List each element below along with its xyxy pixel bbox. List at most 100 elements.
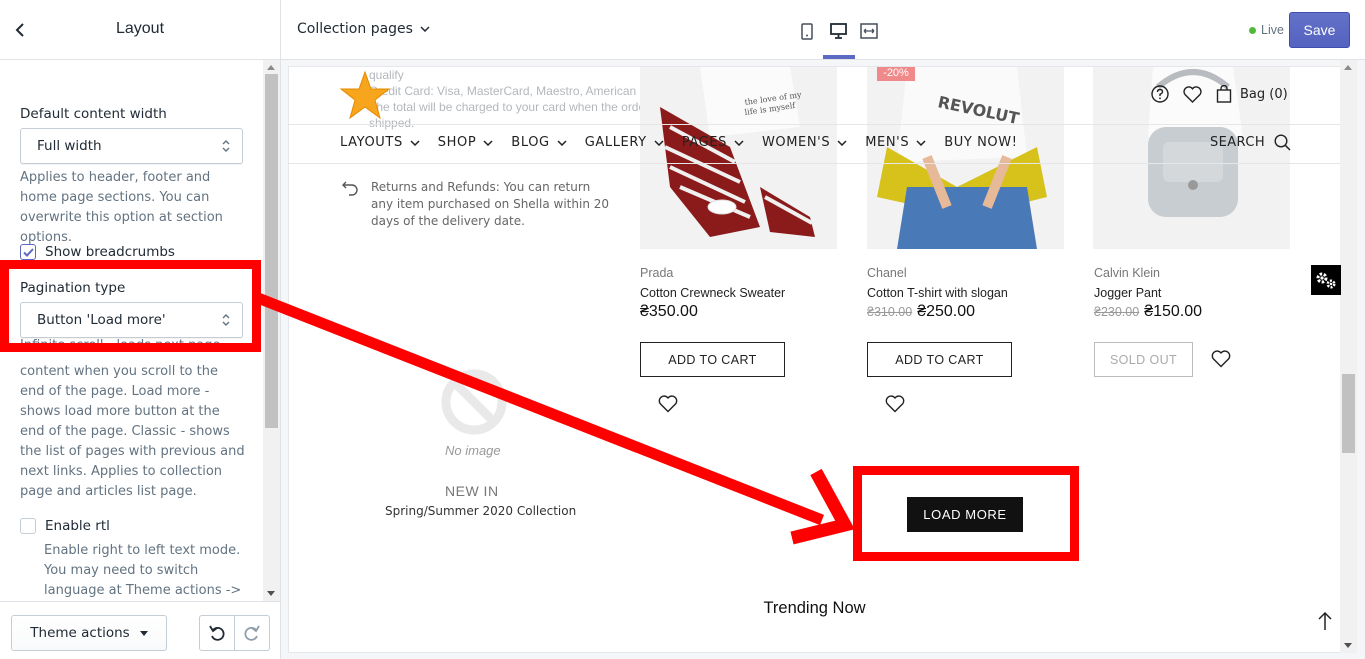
sidebar-footer: Theme actions	[0, 601, 280, 659]
annotation-box-pagination	[0, 260, 261, 352]
return-arrow-icon	[342, 181, 358, 196]
sidebar-header: Layout	[0, 0, 280, 60]
fullscreen-view-button[interactable]	[854, 18, 884, 44]
breadcrumbs-label: Show breadcrumbs	[45, 244, 175, 260]
arrow-up-icon[interactable]	[1315, 610, 1335, 632]
product-old-price: ₴310.00	[867, 305, 913, 319]
header-icons: Bag (0)	[1151, 85, 1288, 103]
product-brand[interactable]: Prada	[640, 266, 673, 280]
product-photo-tshirt: REVOLUT	[867, 67, 1064, 249]
fullscreen-icon	[860, 23, 878, 39]
store-logo-star-icon[interactable]	[339, 70, 391, 120]
nav-item[interactable]: WOMEN'S	[762, 135, 847, 150]
live-status: Live	[1249, 23, 1284, 37]
nav-item[interactable]: BLOG	[511, 135, 567, 150]
theme-actions-button[interactable]: Theme actions	[11, 615, 167, 651]
nav-item-label: BUY NOW!	[944, 135, 1018, 150]
preview-scrollbar[interactable]	[1340, 60, 1357, 653]
nav-item[interactable]: GALLERY	[585, 135, 664, 150]
scroll-down-arrow[interactable]	[1344, 643, 1352, 648]
search-icon	[1274, 134, 1291, 151]
nav-item[interactable]: PAGES	[682, 135, 744, 150]
nav-item[interactable]: LAYOUTS	[340, 135, 420, 150]
search-label: SEARCH	[1210, 135, 1265, 150]
sold-out-button: SOLD OUT	[1094, 342, 1193, 377]
product-price: ₴350.00	[640, 303, 698, 320]
save-button[interactable]: Save	[1289, 12, 1350, 48]
heart-icon[interactable]	[1211, 349, 1231, 369]
gears-icon	[1316, 272, 1336, 289]
trending-now-title: Trending Now	[763, 599, 866, 617]
annotation-box-load-more	[853, 466, 1079, 561]
product-brand[interactable]: Chanel	[867, 266, 907, 280]
active-device-indicator	[823, 55, 855, 59]
sidebar-scrollbar[interactable]	[263, 60, 280, 601]
rtl-help: Enable right to left text mode. You may …	[44, 543, 242, 598]
bag-label: Bag (0)	[1240, 86, 1288, 102]
chevron-down-icon	[557, 139, 567, 146]
content-width-select[interactable]: Full width	[20, 128, 243, 164]
wishlist-heart-icon[interactable]	[1183, 85, 1202, 103]
scroll-up-arrow[interactable]	[267, 65, 275, 70]
nav-item-label: BLOG	[511, 135, 550, 150]
desktop-view-button[interactable]	[823, 18, 853, 44]
bag-link[interactable]: Bag (0)	[1216, 85, 1288, 103]
add-to-cart-button[interactable]: ADD TO CART	[867, 342, 1012, 377]
preview-scroll-thumb[interactable]	[1342, 374, 1355, 453]
chevron-down-icon	[420, 26, 430, 32]
content-width-label: Default content width	[20, 106, 167, 122]
product-photo-sweater: the love of my life is myself	[640, 67, 837, 249]
select-caret-icon	[222, 140, 230, 152]
product-price: ₴250.00	[917, 303, 976, 320]
chevron-down-icon	[734, 139, 744, 146]
breadcrumbs-checkbox-row[interactable]: Show breadcrumbs	[20, 244, 175, 260]
undo-button[interactable]	[200, 616, 235, 650]
product-title[interactable]: Cotton Crewneck Sweater	[640, 286, 785, 300]
product-title[interactable]: Cotton T-shirt with slogan	[867, 286, 1008, 300]
sidebar-scroll-thumb[interactable]	[265, 74, 278, 428]
chevron-down-icon	[916, 139, 926, 146]
checkmark-icon	[22, 247, 34, 257]
nav-divider-top	[289, 124, 1340, 125]
desktop-icon	[829, 23, 847, 39]
product-brand[interactable]: Calvin Klein	[1094, 266, 1160, 280]
caret-down-icon	[139, 630, 148, 636]
heart-icon[interactable]	[658, 394, 678, 414]
rtl-checkbox-row[interactable]: Enable rtl	[20, 518, 110, 534]
nav-item-label: GALLERY	[584, 135, 647, 150]
nav-item-label: MEN'S	[865, 135, 910, 150]
chevron-down-icon	[483, 139, 493, 146]
nav-item[interactable]: BUY NOW!	[944, 135, 1017, 150]
sidebar-title: Layout	[115, 20, 165, 37]
pagination-help: content when you scroll to the end of th…	[20, 364, 245, 499]
undo-redo-group	[199, 615, 270, 651]
add-to-cart-button[interactable]: ADD TO CART	[640, 342, 785, 377]
search-link[interactable]: SEARCH	[1210, 134, 1291, 151]
help-circle-icon[interactable]	[1151, 85, 1169, 103]
content-width-value: Full width	[37, 138, 102, 154]
promo-title[interactable]: NEW IN	[445, 483, 499, 499]
product-image-1[interactable]: the love of my life is myself	[640, 67, 837, 249]
nav-item[interactable]: MEN'S	[865, 135, 926, 150]
product-image-2[interactable]: REVOLUT -20%	[867, 67, 1064, 249]
rtl-label: Enable rtl	[45, 518, 110, 534]
main-navigation: LAYOUTS SHOP BLOG GALLERY PAGES WOMEN'S MEN'S B…	[340, 135, 1036, 150]
redo-button[interactable]	[235, 616, 269, 650]
heart-icon[interactable]	[885, 394, 905, 414]
product-price-row: ₴350.00	[640, 303, 698, 321]
chevron-down-icon	[837, 139, 847, 146]
breadcrumbs-checkbox[interactable]	[20, 244, 36, 260]
mobile-icon	[801, 22, 813, 40]
store-preview: qualify Credit Card: Visa, MasterCard, M…	[289, 67, 1340, 652]
shopping-bag-icon	[1216, 85, 1232, 103]
nav-item[interactable]: SHOP	[438, 135, 494, 150]
scroll-up-arrow[interactable]	[1344, 65, 1352, 70]
rtl-checkbox[interactable]	[20, 518, 36, 534]
mobile-view-button[interactable]	[792, 18, 822, 44]
nav-divider-bottom	[289, 163, 1340, 164]
page-selector[interactable]: Collection pages	[297, 21, 430, 37]
product-title[interactable]: Jogger Pant	[1094, 286, 1161, 300]
editor-topbar: Collection pages Live Save	[281, 0, 1365, 60]
scroll-down-arrow[interactable]	[267, 591, 275, 596]
settings-gear-button[interactable]	[1311, 265, 1341, 295]
